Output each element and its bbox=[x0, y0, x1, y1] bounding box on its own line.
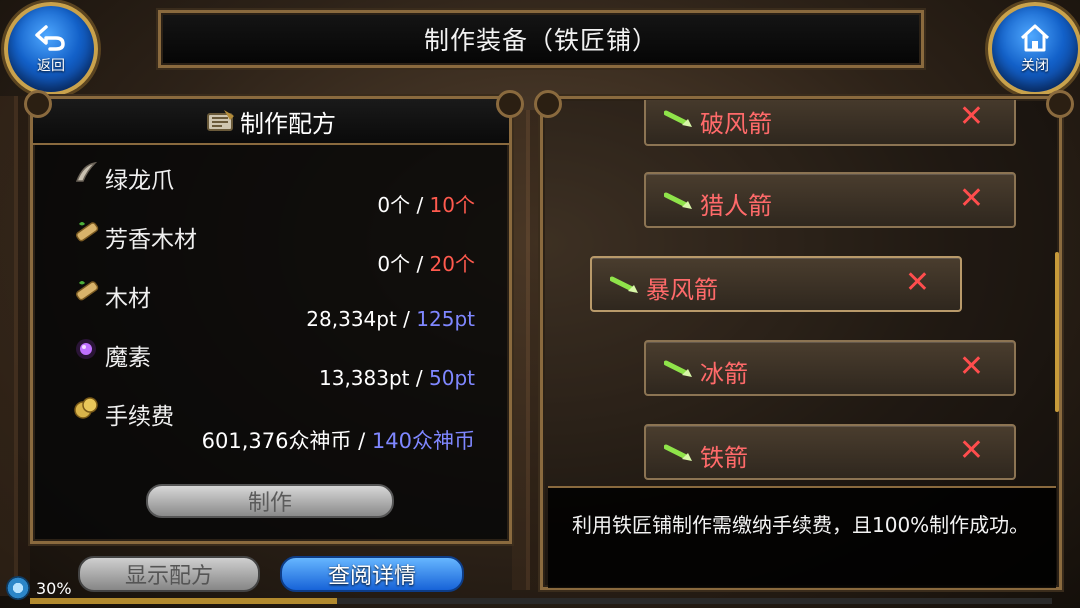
progress-label: 30% bbox=[36, 578, 72, 598]
material-name: 芳香木材 bbox=[105, 227, 197, 253]
arrow-icon bbox=[664, 444, 692, 461]
unavailable-x-icon: ✕ bbox=[958, 181, 984, 216]
recipe-item[interactable]: 铁箭 ✕ bbox=[644, 424, 1016, 480]
back-arrow-icon bbox=[35, 25, 65, 51]
title-bar: 制作装备（铁匠铺） bbox=[158, 10, 924, 68]
info-text: 利用铁匠铺制作需缴纳手续费，且100%制作成功。 bbox=[572, 513, 1030, 537]
recipe-panel-title: 制作配方 bbox=[240, 109, 336, 138]
close-label: 关闭 bbox=[1021, 58, 1049, 74]
recipe-panel: 制作配方 绿龙爪 0个 / 10个 芳香木材 0个 / 20个 木材 28,33… bbox=[30, 96, 512, 544]
view-details-button[interactable]: 查阅详情 bbox=[280, 556, 464, 592]
progress-ring-icon bbox=[6, 576, 30, 600]
material-qty: 0个 / 20个 bbox=[377, 252, 475, 276]
recipe-item-name: 暴风箭 bbox=[646, 276, 718, 304]
page-title: 制作装备（铁匠铺） bbox=[423, 26, 658, 55]
frame-corner-ornament bbox=[1046, 90, 1074, 118]
material-name: 绿龙爪 bbox=[105, 168, 174, 194]
home-icon bbox=[1020, 24, 1050, 52]
recipe-item-selected[interactable]: 暴风箭 ✕ bbox=[590, 256, 962, 312]
recipe-list[interactable]: 破风箭 ✕ 猎人箭 ✕ 暴风箭 ✕ 冰箭 ✕ 铁箭 ✕ bbox=[550, 100, 1050, 484]
material-qty: 28,334pt / 125pt bbox=[306, 307, 475, 331]
recipe-item-name: 破风箭 bbox=[700, 110, 772, 138]
unavailable-x-icon: ✕ bbox=[958, 100, 984, 134]
arrow-icon bbox=[664, 360, 692, 377]
recipe-item[interactable]: 猎人箭 ✕ bbox=[644, 172, 1016, 228]
progress-bar bbox=[30, 598, 1052, 604]
background-shelf bbox=[0, 96, 30, 596]
wood-icon bbox=[75, 222, 99, 242]
back-button[interactable]: 返回 bbox=[4, 2, 98, 96]
frame-corner-ornament bbox=[534, 90, 562, 118]
back-label: 返回 bbox=[37, 58, 65, 74]
arrow-icon bbox=[664, 110, 692, 127]
frame-corner-ornament bbox=[496, 90, 524, 118]
material-qty: 601,376众神币 / 140众神币 bbox=[201, 429, 475, 453]
recipe-item-name: 铁箭 bbox=[700, 444, 748, 472]
progress-bar-fill bbox=[30, 598, 337, 604]
arrow-icon bbox=[664, 192, 692, 209]
magic-orb-icon bbox=[76, 339, 96, 359]
recipe-panel-header: 制作配方 bbox=[33, 99, 509, 145]
material-name: 魔素 bbox=[105, 345, 151, 371]
wood-icon bbox=[75, 281, 99, 301]
recipe-item-name: 冰箭 bbox=[700, 360, 748, 388]
show-recipe-button[interactable]: 显示配方 bbox=[78, 556, 260, 592]
progress-indicator: 30% bbox=[6, 576, 72, 600]
info-box: 利用铁匠铺制作需缴纳手续费，且100%制作成功。 bbox=[548, 486, 1056, 588]
frame-corner-ornament bbox=[24, 90, 52, 118]
material-name: 木材 bbox=[105, 286, 151, 312]
arrow-icon bbox=[610, 276, 638, 293]
recipe-book-icon bbox=[207, 110, 234, 131]
recipe-list-scrollbar[interactable] bbox=[1055, 252, 1059, 412]
recipe-item[interactable]: 破风箭 ✕ bbox=[644, 100, 1016, 146]
claw-icon bbox=[75, 161, 98, 182]
coin-icon bbox=[74, 397, 98, 419]
unavailable-x-icon: ✕ bbox=[958, 433, 984, 468]
material-name: 手续费 bbox=[105, 404, 174, 430]
close-button[interactable]: 关闭 bbox=[988, 2, 1080, 96]
recipe-item[interactable]: 冰箭 ✕ bbox=[644, 340, 1016, 396]
recipe-item-name: 猎人箭 bbox=[700, 192, 772, 220]
material-qty: 13,383pt / 50pt bbox=[319, 366, 475, 390]
unavailable-x-icon: ✕ bbox=[904, 265, 930, 300]
unavailable-x-icon: ✕ bbox=[958, 349, 984, 384]
craft-button[interactable]: 制作 bbox=[146, 484, 394, 518]
material-qty: 0个 / 10个 bbox=[377, 193, 475, 217]
